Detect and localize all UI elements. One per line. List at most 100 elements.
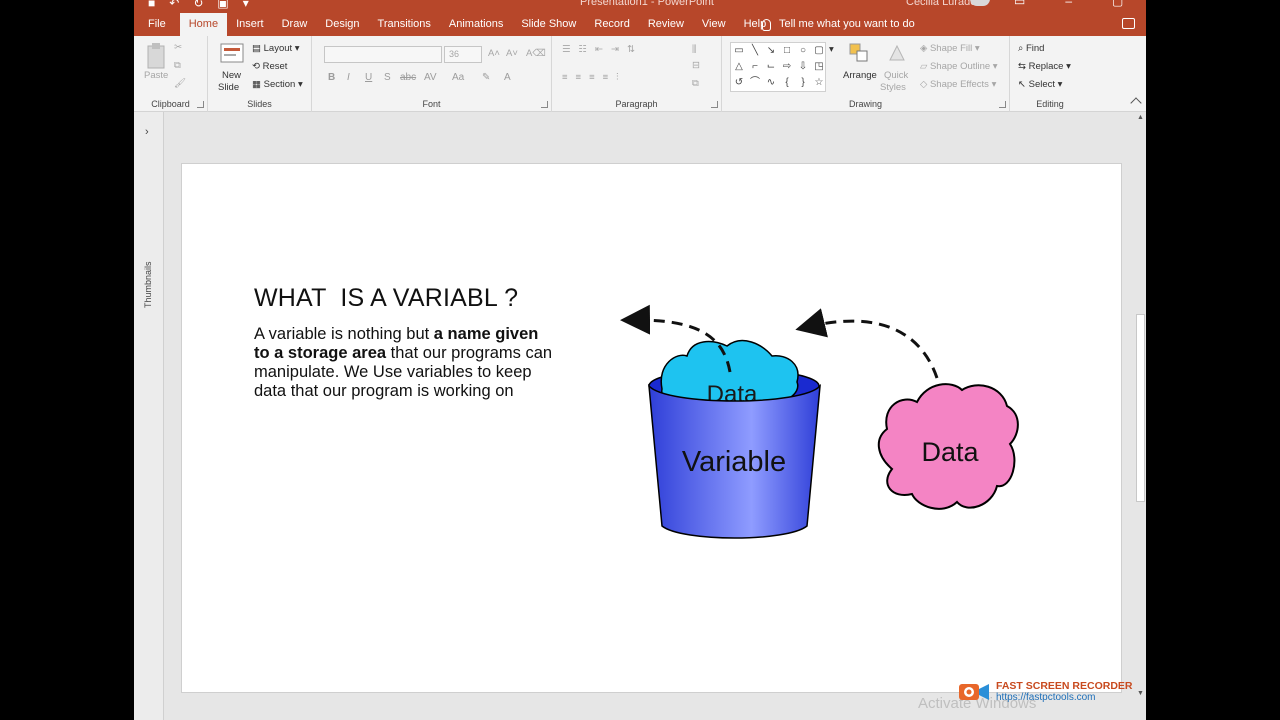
cut-icon[interactable]: ✂: [174, 42, 182, 53]
paste-icon[interactable]: [146, 42, 168, 70]
increase-font-icon[interactable]: A˄: [488, 48, 500, 59]
expand-thumbnails-icon[interactable]: ›: [145, 126, 149, 138]
tab-transitions[interactable]: Transitions: [369, 13, 440, 36]
quick-styles-label-1[interactable]: Quick: [884, 70, 908, 81]
shapes-more-icon[interactable]: ▾: [829, 44, 834, 55]
quick-styles-icon[interactable]: [886, 42, 908, 64]
format-painter-icon[interactable]: 🖌: [174, 78, 186, 89]
select-button[interactable]: ↖ Select ▾: [1018, 79, 1062, 90]
strikethrough-button[interactable]: abc: [400, 72, 416, 83]
textbox-shape-icon[interactable]: ▭: [731, 43, 747, 59]
triangle-shape-icon[interactable]: △: [731, 59, 747, 75]
thumbnails-label[interactable]: Thumbnails: [143, 248, 153, 308]
shape-fill-button[interactable]: ◈ Shape Fill ▾: [920, 43, 980, 54]
paste-button[interactable]: Paste: [144, 70, 168, 81]
variable-diagram[interactable]: Data Variable Data: [602, 294, 1042, 554]
brace-right-shape-icon[interactable]: }: [795, 75, 811, 91]
smartart-icon[interactable]: ⧉: [692, 78, 699, 89]
arrange-button[interactable]: Arrange: [843, 70, 877, 81]
tab-review[interactable]: Review: [639, 13, 693, 36]
underline-button[interactable]: U: [365, 72, 372, 83]
brace-left-shape-icon[interactable]: {: [779, 75, 795, 91]
italic-button[interactable]: I: [347, 72, 350, 83]
user-name[interactable]: Cecilia Lurado: [906, 0, 976, 8]
section-button[interactable]: ▦ Section ▾: [252, 79, 303, 90]
star-shape-icon[interactable]: ☆: [811, 75, 827, 91]
list-buttons-icon[interactable]: ☰☷⇤⇥⇅: [562, 44, 643, 55]
right-arrow-shape-icon[interactable]: ⇨: [779, 59, 795, 75]
copy-icon[interactable]: ⧉: [174, 60, 181, 71]
arrow-line-shape-icon[interactable]: ↘: [763, 43, 779, 59]
maximize-icon[interactable]: ▢: [1112, 0, 1123, 8]
drawing-launcher-icon[interactable]: [999, 101, 1006, 108]
vertical-scrollbar[interactable]: ▲ ▼: [1134, 112, 1146, 720]
replace-button[interactable]: ⇆ Replace ▾: [1018, 61, 1071, 72]
line-shape-icon[interactable]: ╲: [747, 43, 763, 59]
tab-record[interactable]: Record: [585, 13, 638, 36]
text-shadow-button[interactable]: S: [384, 72, 391, 83]
shape-outline-button[interactable]: ▱ Shape Outline ▾: [920, 61, 998, 72]
rectangle-shape-icon[interactable]: □: [779, 43, 795, 59]
elbow-shape-icon[interactable]: ⌐: [747, 59, 763, 75]
tab-file[interactable]: File: [134, 13, 180, 36]
down-arrow-shape-icon[interactable]: ⇩: [795, 59, 811, 75]
layout-button[interactable]: ▤ Layout ▾: [252, 43, 300, 54]
callout-shape-icon[interactable]: ◳: [811, 59, 827, 75]
paragraph-launcher-icon[interactable]: [711, 101, 718, 108]
drawing-group: ▭ ╲ ↘ □ ○ ▢ △ ⌐ ⌙ ⇨ ⇩ ◳ ↺ ⌒ ∿{} ☆ ▾ Arrange Quick Sty…: [722, 36, 1010, 112]
tab-home[interactable]: Home: [179, 13, 228, 36]
change-case-button[interactable]: Aa: [452, 72, 464, 83]
scroll-thumb[interactable]: [1136, 314, 1145, 502]
new-slide-label-1[interactable]: New: [222, 70, 241, 81]
slide-body-text[interactable]: A variable is nothing but a name given t…: [254, 325, 554, 401]
avatar[interactable]: [970, 0, 990, 6]
character-spacing-button[interactable]: AV: [424, 72, 437, 83]
clear-formatting-icon[interactable]: A⌫: [526, 48, 546, 59]
ribbon-display-options-icon[interactable]: ▭: [1014, 0, 1025, 8]
shapes-gallery[interactable]: ▭ ╲ ↘ □ ○ ▢ △ ⌐ ⌙ ⇨ ⇩ ◳ ↺ ⌒ ∿{} ☆: [730, 42, 826, 92]
oval-shape-icon[interactable]: ○: [795, 43, 811, 59]
slide-title[interactable]: WHAT IS A VARIABL ?: [254, 284, 518, 313]
shape-effects-button[interactable]: ◇ Shape Effects ▾: [920, 79, 996, 90]
scroll-up-icon[interactable]: ▲: [1137, 114, 1144, 121]
curve-shape-icon[interactable]: ↺: [731, 75, 747, 91]
tell-me-box[interactable]: Tell me what you want to do: [762, 13, 915, 36]
align-text-icon[interactable]: ⊟: [692, 60, 700, 71]
font-color-icon[interactable]: A: [504, 72, 511, 83]
customize-qat-icon[interactable]: ▾: [243, 0, 249, 10]
bold-button[interactable]: B: [328, 72, 335, 83]
arrange-icon[interactable]: [848, 42, 870, 64]
scroll-down-icon[interactable]: ▼: [1137, 690, 1144, 697]
find-button[interactable]: ⌕ Find: [1018, 43, 1044, 54]
tab-insert[interactable]: Insert: [227, 13, 273, 36]
tab-slide-show[interactable]: Slide Show: [512, 13, 585, 36]
slide-canvas[interactable]: WHAT IS A VARIABL ? A variable is nothin…: [181, 163, 1122, 693]
font-launcher-icon[interactable]: [541, 101, 548, 108]
new-slide-icon[interactable]: [220, 42, 244, 64]
reset-button[interactable]: ⟲ Reset: [252, 61, 287, 72]
decrease-font-icon[interactable]: A˅: [506, 48, 518, 59]
collapse-ribbon-icon[interactable]: [1130, 97, 1142, 109]
tab-draw[interactable]: Draw: [273, 13, 317, 36]
minimize-icon[interactable]: –: [1065, 0, 1072, 8]
new-slide-label-2[interactable]: Slide: [218, 82, 239, 93]
tab-view[interactable]: View: [693, 13, 735, 36]
freeform-shape-icon[interactable]: ∿: [763, 75, 779, 91]
clipboard-launcher-icon[interactable]: [197, 101, 204, 108]
curve2-shape-icon[interactable]: ⌒: [747, 75, 763, 91]
redo-icon[interactable]: ↻: [193, 0, 203, 10]
tab-design[interactable]: Design: [316, 13, 368, 36]
quick-styles-label-2[interactable]: Styles: [880, 82, 906, 93]
comments-icon[interactable]: [1122, 18, 1135, 29]
align-buttons-icon[interactable]: ≡≡≡≡⫶: [562, 72, 627, 83]
highlight-icon[interactable]: ✎: [482, 72, 490, 83]
font-size-combo[interactable]: 36: [444, 46, 482, 63]
start-from-beginning-icon[interactable]: ▣: [217, 0, 228, 10]
font-name-combo[interactable]: [324, 46, 442, 63]
rounded-rect-shape-icon[interactable]: ▢: [811, 43, 827, 59]
save-icon[interactable]: ■: [148, 0, 155, 10]
tab-animations[interactable]: Animations: [440, 13, 512, 36]
undo-icon[interactable]: ↶: [169, 0, 179, 10]
connector-shape-icon[interactable]: ⌙: [763, 59, 779, 75]
text-direction-icon[interactable]: ⫼: [692, 44, 696, 55]
